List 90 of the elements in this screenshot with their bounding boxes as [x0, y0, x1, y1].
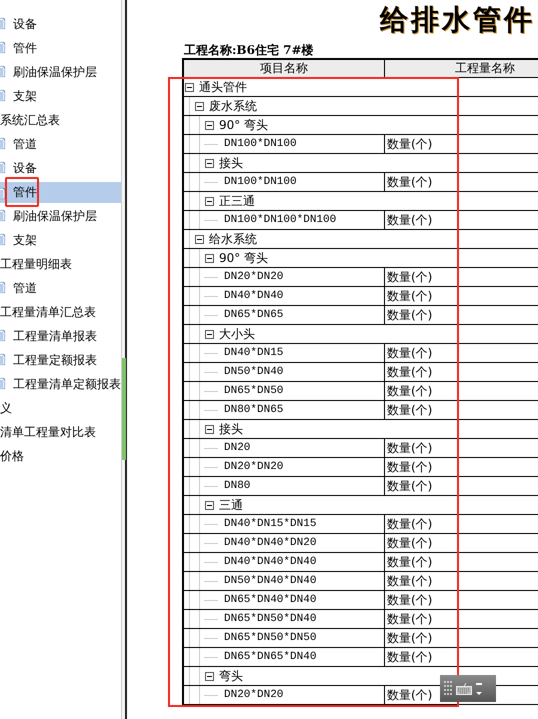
table-cell-text: 数量(个): [386, 212, 432, 228]
table-cell: DN20*DN20: [224, 461, 284, 473]
collapse-icon[interactable]: [205, 196, 214, 206]
table-cell: DN40*DN40*DN20: [224, 537, 316, 549]
table-cell-text: 数量(个): [386, 382, 432, 400]
collapse-icon[interactable]: [195, 234, 204, 244]
sidebar-item[interactable]: 刷油保温保护层: [0, 60, 121, 84]
keyboard-icon[interactable]: [456, 682, 472, 694]
project-name: 工程名称:B6住宅 7#楼: [184, 42, 314, 58]
sidebar-item[interactable]: 设备: [0, 156, 121, 180]
sidebar-item[interactable]: 工程量清单汇总表: [0, 300, 121, 324]
table-cell-text: 数量(个): [386, 572, 432, 590]
table-cell-text: 数量(个): [386, 648, 432, 666]
table-cell-text: 数量(个): [386, 478, 432, 494]
table-cell-text: 数量(个): [386, 630, 432, 646]
tree-node[interactable]: 正三通: [219, 192, 255, 210]
collapse-icon[interactable]: [205, 424, 214, 434]
sidebar-item[interactable]: 价格: [0, 444, 121, 468]
table-cell-text: 数量(个): [386, 534, 432, 552]
report-title: 给排水管件: [380, 4, 535, 38]
table-cell-text: 数量(个): [386, 136, 432, 152]
table-cell-text: 数量(个): [386, 344, 432, 362]
table-cell: DN20: [224, 442, 250, 454]
table-cell: DN65*DN50: [224, 385, 284, 397]
collapse-icon[interactable]: [205, 120, 214, 130]
table-cell-text: 数量(个): [386, 364, 432, 380]
table-cell-text: 数量(个): [386, 306, 432, 324]
tree-node[interactable]: 给水系统: [209, 230, 257, 248]
tree-node[interactable]: 接头: [219, 154, 243, 172]
table-cell: DN100*DN100: [224, 138, 297, 150]
table-cell-text: 数量(个): [386, 592, 432, 608]
table-cell: DN100*DN100*DN100: [224, 214, 336, 226]
tree-node[interactable]: 弯头: [219, 668, 243, 684]
tree-node[interactable]: 通头管件: [199, 78, 247, 96]
table-cell: DN40*DN15*DN15: [224, 518, 316, 530]
table-cell-text: 数量(个): [386, 686, 432, 704]
table-cell: DN50*DN40: [224, 366, 284, 378]
sidebar-item[interactable]: 工程量清单定额报表: [0, 372, 121, 396]
tree-node[interactable]: 大小头: [219, 326, 255, 342]
table-cell: DN65*DN50*DN50: [224, 632, 316, 644]
table-cell-text: 数量(个): [386, 402, 432, 418]
sidebar-item[interactable]: 支架: [0, 228, 121, 252]
table-cell-text: 数量(个): [386, 516, 432, 532]
sidebar-item[interactable]: 管道: [0, 276, 121, 300]
tree-node[interactable]: 90° 弯头: [219, 116, 268, 134]
table-cell: DN40*DN40*DN40: [224, 556, 316, 568]
column-header: 工程量名称: [454, 60, 516, 77]
tree-node[interactable]: 接头: [219, 420, 243, 438]
table-cell: DN65*DN50*DN40: [224, 613, 316, 625]
table-cell: DN50*DN40*DN40: [224, 575, 316, 587]
collapse-icon[interactable]: [205, 500, 214, 510]
tree-node[interactable]: 废水系统: [209, 98, 257, 114]
tree-node[interactable]: 三通: [219, 496, 243, 514]
sidebar-item[interactable]: 刷油保温保护层: [0, 204, 121, 228]
sidebar-item[interactable]: 工程量定额报表: [0, 348, 121, 372]
table-cell: DN65*DN65: [224, 309, 284, 321]
sidebar-item[interactable]: 清单工程量对比表: [0, 420, 121, 444]
table-cell: DN65*DN40*DN40: [224, 594, 316, 606]
table-cell-text: 数量(个): [386, 440, 432, 456]
sidebar-item[interactable]: 支架: [0, 84, 121, 108]
table-cell: DN20*DN20: [224, 271, 284, 283]
collapse-icon[interactable]: [205, 254, 214, 262]
collapse-icon[interactable]: [195, 102, 204, 110]
sidebar-item[interactable]: 设备: [0, 12, 121, 36]
table-cell: DN80*DN65: [224, 404, 284, 416]
table-cell-text: 数量(个): [386, 174, 432, 190]
collapse-icon[interactable]: [185, 82, 194, 92]
sidebar-item[interactable]: 管道: [0, 132, 121, 156]
collapse-icon[interactable]: [205, 672, 214, 680]
column-header: 项目名称: [184, 60, 385, 77]
table-cell: DN100*DN100: [224, 176, 297, 188]
sidebar-item[interactable]: 系统汇总表: [0, 108, 121, 132]
tree-node[interactable]: 90° 弯头: [219, 250, 268, 266]
collapse-icon[interactable]: [205, 158, 214, 168]
sidebar-item[interactable]: 工程量清单报表: [0, 324, 121, 348]
sidebar-item[interactable]: 义: [0, 396, 121, 420]
sidebar-item[interactable]: 管件: [0, 36, 121, 60]
table-cell: DN40*DN40: [224, 290, 284, 302]
sidebar-item[interactable]: 管件: [0, 182, 121, 202]
collapse-icon[interactable]: [205, 330, 214, 338]
table-cell-text: 数量(个): [386, 458, 432, 476]
table-cell-text: 数量(个): [386, 554, 432, 570]
table-cell: DN65*DN65*DN40: [224, 651, 316, 663]
sidebar-item[interactable]: 工程量明细表: [0, 252, 121, 276]
table-cell: DN40*DN15: [224, 347, 284, 359]
table-cell: DN20*DN20: [224, 689, 284, 701]
table-cell-text: 数量(个): [386, 268, 432, 286]
table-cell: DN80: [224, 480, 250, 492]
table-cell-text: 数量(个): [386, 288, 432, 304]
table-cell-text: 数量(个): [386, 610, 432, 628]
